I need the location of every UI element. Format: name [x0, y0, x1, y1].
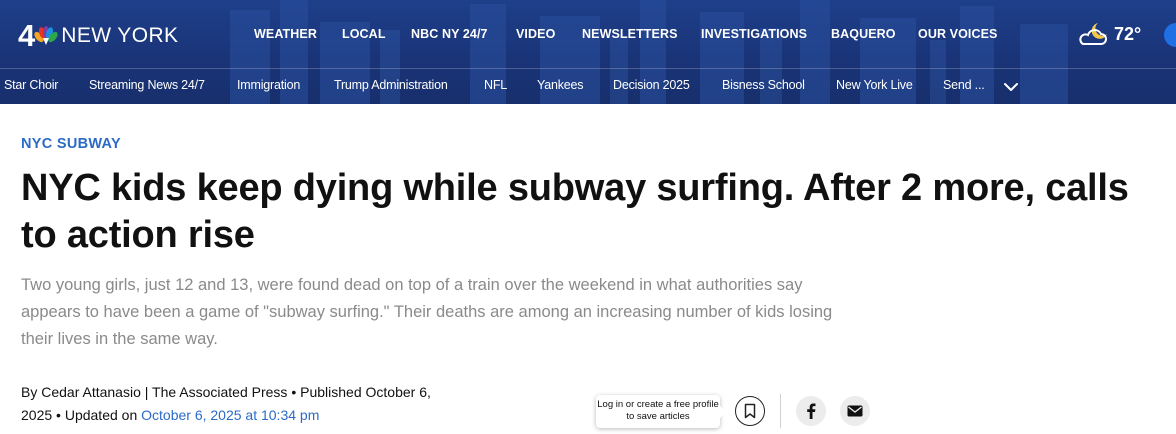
- updated-label: • Updated on: [56, 407, 138, 423]
- peacock-icon: [34, 26, 58, 45]
- subnav-decision-2025[interactable]: Decision 2025: [613, 78, 690, 92]
- top-nav-bar: 4 NEW YORK WEATHER LOCAL NBC NY 24/7 VID…: [0, 0, 1176, 68]
- site-header: 4 NEW YORK WEATHER LOCAL NBC NY 24/7 VID…: [0, 0, 1176, 104]
- trending-nav: Star Choir Streaming News 24/7 Immigrati…: [0, 69, 1176, 104]
- logo-text: NEW YORK: [61, 23, 179, 47]
- byline: By Cedar Attanasio | The Associated Pres…: [21, 381, 451, 427]
- nav-our-voices[interactable]: OUR VOICES: [918, 27, 998, 41]
- nav-video[interactable]: VIDEO: [516, 27, 555, 41]
- subnav-immigration[interactable]: Immigration: [237, 78, 300, 92]
- email-icon: [847, 405, 863, 417]
- nbc-new-york-logo[interactable]: 4 NEW YORK: [18, 18, 178, 52]
- updated-date: October 6, 2025 at 10:34 pm: [141, 407, 320, 423]
- facebook-share-button[interactable]: [796, 396, 826, 426]
- byline-author[interactable]: Cedar Attanasio: [41, 384, 141, 400]
- subnav-nfl[interactable]: NFL: [484, 78, 507, 92]
- category-link[interactable]: NYC SUBWAY: [21, 136, 121, 152]
- subnav-send[interactable]: Send ...: [943, 78, 985, 92]
- subnav-bisness-school[interactable]: Bisness School: [722, 78, 805, 92]
- weather-widget[interactable]: 72°: [1076, 20, 1141, 48]
- nav-investigations[interactable]: INVESTIGATIONS: [701, 27, 807, 41]
- byline-prefix: By: [21, 384, 38, 400]
- partly-cloudy-night-icon: [1079, 23, 1107, 45]
- subnav-yankees[interactable]: Yankees: [537, 78, 584, 92]
- temperature: 72°: [1114, 23, 1142, 44]
- nav-nbc-ny-24-7[interactable]: NBC NY 24/7: [411, 27, 488, 41]
- facebook-icon: [807, 403, 816, 419]
- byline-separator: |: [144, 384, 149, 400]
- subnav-trump-administration[interactable]: Trump Administration: [334, 78, 448, 92]
- nav-newsletters[interactable]: NEWSLETTERS: [582, 27, 678, 41]
- published-label: • Published: [291, 384, 362, 400]
- nav-weather[interactable]: WEATHER: [254, 27, 317, 41]
- share-divider: [780, 394, 781, 428]
- chevron-down-icon[interactable]: [1003, 81, 1019, 93]
- save-article-tooltip: Log in or create a free profile to save …: [596, 395, 726, 428]
- save-article-button[interactable]: [735, 396, 765, 426]
- subnav-new-york-live[interactable]: New York Live: [836, 78, 913, 92]
- byline-outlet: The Associated Press: [152, 384, 288, 400]
- nav-local[interactable]: LOCAL: [342, 27, 386, 41]
- subnav-star-choir[interactable]: Star Choir: [4, 78, 58, 92]
- nav-baquero[interactable]: BAQUERO: [831, 27, 896, 41]
- article-dek: Two young girls, just 12 and 13, were fo…: [21, 276, 833, 348]
- account-button[interactable]: [1164, 23, 1176, 47]
- subnav-streaming-news[interactable]: Streaming News 24/7: [89, 78, 205, 92]
- email-share-button[interactable]: [840, 396, 870, 426]
- bookmark-icon: [744, 403, 756, 419]
- logo-number: 4: [18, 17, 35, 53]
- article-headline: NYC kids keep dying while subway surfing…: [21, 167, 1129, 256]
